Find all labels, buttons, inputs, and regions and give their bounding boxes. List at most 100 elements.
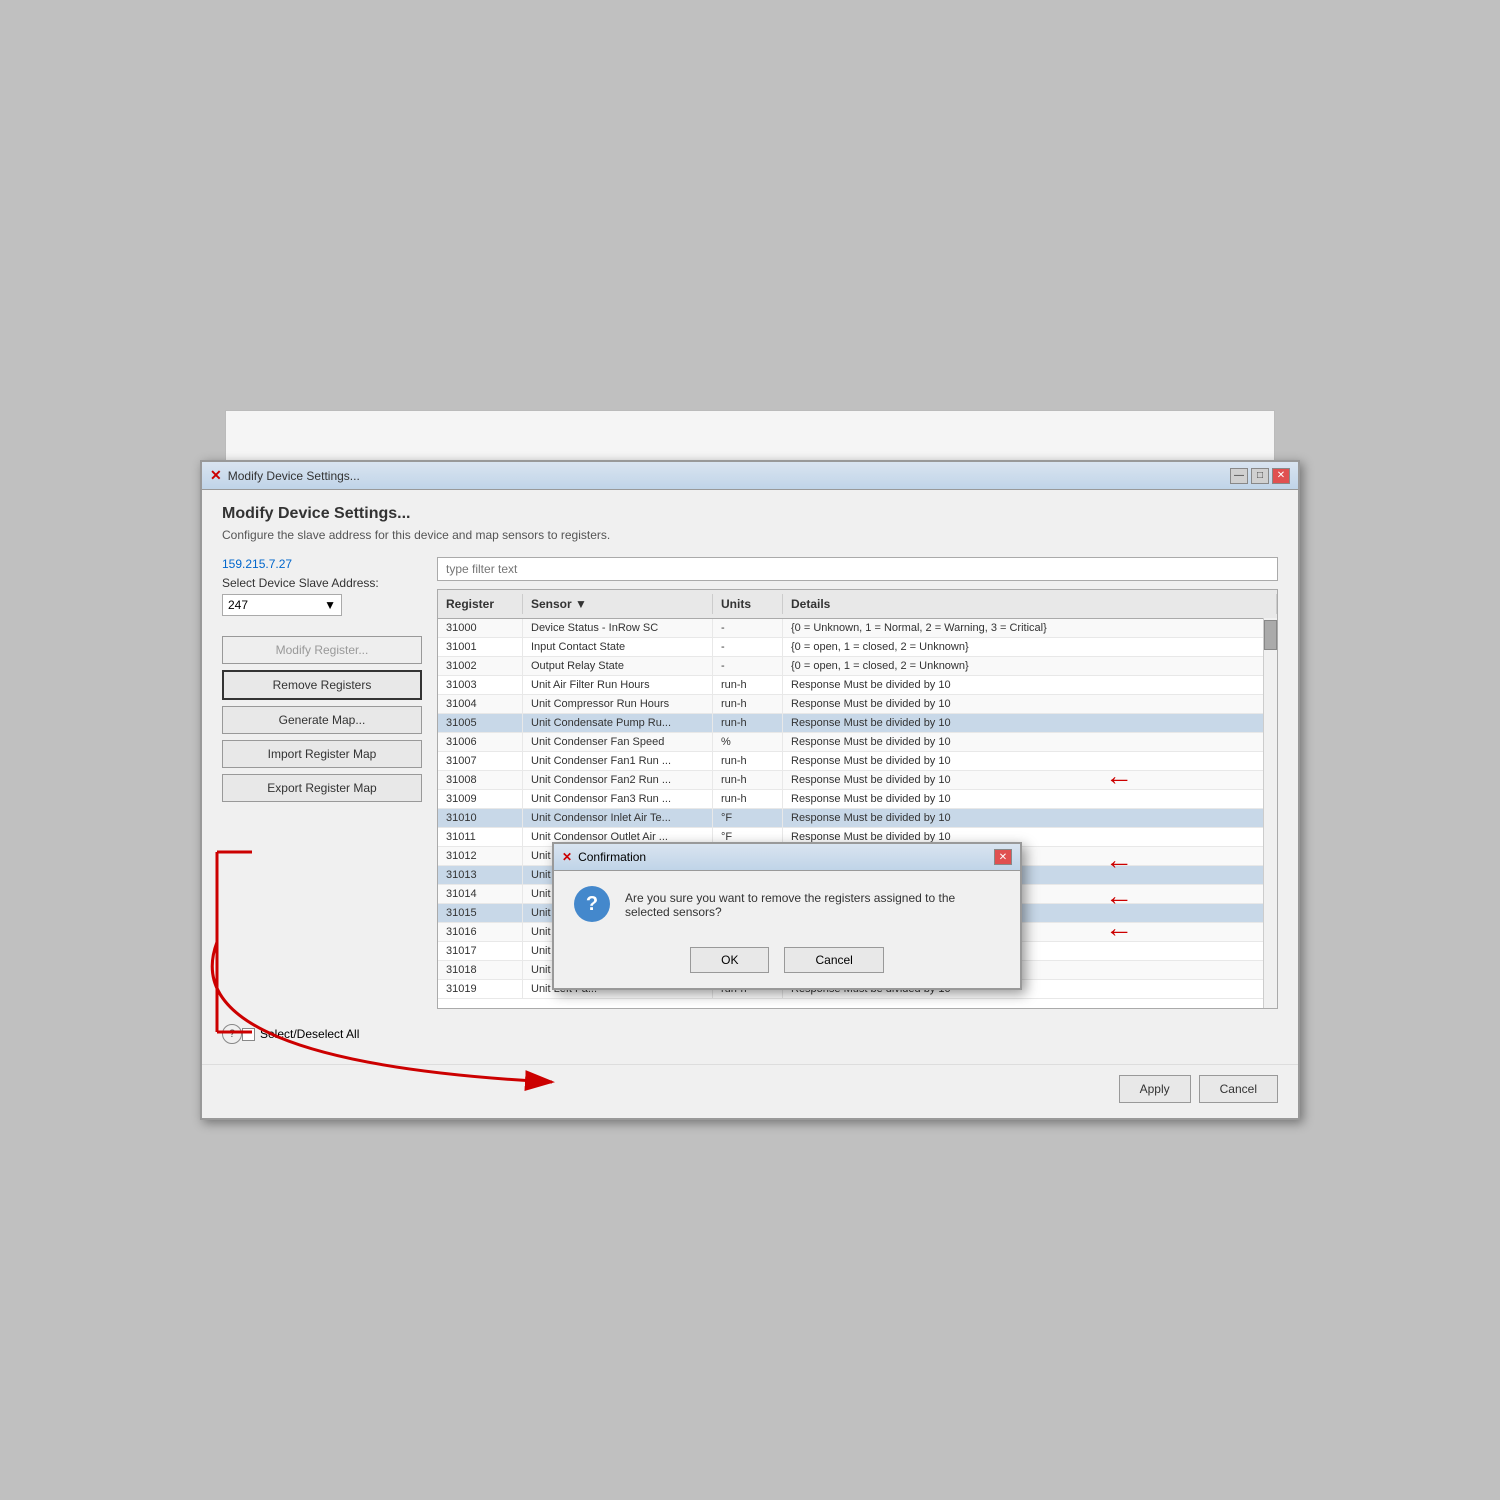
cell-sensor: Unit Condensate Pump Ru... bbox=[523, 714, 713, 732]
cell-details: Response Must be divided by 10 bbox=[783, 790, 1277, 808]
confirm-buttons: OK Cancel bbox=[554, 937, 1020, 988]
col-units: Units bbox=[713, 594, 783, 614]
page-title: Modify Device Settings... bbox=[222, 505, 1278, 523]
cell-sensor: Unit Compressor Run Hours bbox=[523, 695, 713, 713]
cell-register: 31004 bbox=[438, 695, 523, 713]
minimize-button[interactable]: — bbox=[1230, 468, 1248, 484]
confirm-close-button[interactable]: ✕ bbox=[994, 849, 1012, 865]
filter-input[interactable] bbox=[437, 557, 1278, 581]
dropdown-arrow-icon: ▼ bbox=[324, 598, 336, 612]
slave-address-dropdown[interactable]: 247 ▼ bbox=[222, 594, 342, 616]
table-row[interactable]: 31006 Unit Condenser Fan Speed % Respons… bbox=[438, 733, 1277, 752]
select-all-area: Select/Deselect All bbox=[242, 1027, 359, 1041]
sort-icon: ▼ bbox=[575, 597, 587, 611]
title-bar: ✕ Modify Device Settings... — □ ✕ bbox=[202, 462, 1298, 490]
cell-register: 31009 bbox=[438, 790, 523, 808]
confirm-cancel-button[interactable]: Cancel bbox=[784, 947, 883, 973]
cell-register: 31006 bbox=[438, 733, 523, 751]
confirmation-dialog: ✕ Confirmation ✕ ? Are you sure you want… bbox=[552, 842, 1022, 990]
table-row[interactable]: 31010 Unit Condensor Inlet Air Te... °F … bbox=[438, 809, 1277, 828]
table-row[interactable]: 31003 Unit Air Filter Run Hours run-h Re… bbox=[438, 676, 1277, 695]
cell-sensor: Unit Condensor Fan2 Run ... bbox=[523, 771, 713, 789]
cell-register: 31002 bbox=[438, 657, 523, 675]
cell-details: Response Must be divided by 10 bbox=[783, 695, 1277, 713]
cell-sensor: Unit Condensor Inlet Air Te... bbox=[523, 809, 713, 827]
cell-register: 31017 bbox=[438, 942, 523, 960]
cell-sensor: Unit Condenser Fan Speed bbox=[523, 733, 713, 751]
cell-units: run-h bbox=[713, 695, 783, 713]
cell-register: 31003 bbox=[438, 676, 523, 694]
cell-details: Response Must be divided by 10 bbox=[783, 714, 1277, 732]
col-details: Details bbox=[783, 594, 1277, 614]
cell-register: 31000 bbox=[438, 619, 523, 637]
cell-units: run-h bbox=[713, 676, 783, 694]
cell-register: 31007 bbox=[438, 752, 523, 770]
modify-registers-button[interactable]: Modify Register... bbox=[222, 636, 422, 664]
cell-details: {0 = open, 1 = closed, 2 = Unknown} bbox=[783, 638, 1277, 656]
cell-sensor: Output Relay State bbox=[523, 657, 713, 675]
cell-details: {0 = Unknown, 1 = Normal, 2 = Warning, 3… bbox=[783, 619, 1277, 637]
cell-register: 31018 bbox=[438, 961, 523, 979]
cell-units: run-h bbox=[713, 714, 783, 732]
table-row[interactable]: 31005 Unit Condensate Pump Ru... run-h R… bbox=[438, 714, 1277, 733]
cell-register: 31014 bbox=[438, 885, 523, 903]
remove-registers-button[interactable]: Remove Registers bbox=[222, 670, 422, 700]
table-row[interactable]: 31008 Unit Condensor Fan2 Run ... run-h … bbox=[438, 771, 1277, 790]
cancel-button[interactable]: Cancel bbox=[1199, 1075, 1278, 1103]
confirm-ok-button[interactable]: OK bbox=[690, 947, 769, 973]
confirm-message: Are you sure you want to remove the regi… bbox=[625, 886, 1000, 919]
page-subtitle: Configure the slave address for this dev… bbox=[222, 528, 1278, 542]
close-button[interactable]: ✕ bbox=[1272, 468, 1290, 484]
confirm-title-bar: ✕ Confirmation ✕ bbox=[554, 844, 1020, 871]
import-register-map-button[interactable]: Import Register Map bbox=[222, 740, 422, 768]
cell-details: {0 = open, 1 = closed, 2 = Unknown} bbox=[783, 657, 1277, 675]
cell-units: - bbox=[713, 638, 783, 656]
cell-units: % bbox=[713, 733, 783, 751]
table-row[interactable]: 31002 Output Relay State - {0 = open, 1 … bbox=[438, 657, 1277, 676]
confirm-title: Confirmation bbox=[578, 850, 646, 864]
window-icon: ✕ bbox=[210, 467, 222, 484]
export-register-map-button[interactable]: Export Register Map bbox=[222, 774, 422, 802]
cell-register: 31015 bbox=[438, 904, 523, 922]
slave-address-value: 247 bbox=[228, 598, 248, 612]
cell-register: 31005 bbox=[438, 714, 523, 732]
slave-address-label: Select Device Slave Address: bbox=[222, 576, 422, 590]
cell-sensor: Device Status - InRow SC bbox=[523, 619, 713, 637]
cell-details: Response Must be divided by 10 bbox=[783, 676, 1277, 694]
cell-units: run-h bbox=[713, 771, 783, 789]
cell-details: Response Must be divided by 10 bbox=[783, 809, 1277, 827]
cell-units: run-h bbox=[713, 752, 783, 770]
table-row[interactable]: 31001 Input Contact State - {0 = open, 1… bbox=[438, 638, 1277, 657]
help-icon[interactable]: ? bbox=[222, 1024, 242, 1044]
select-all-checkbox[interactable] bbox=[242, 1028, 255, 1041]
bottom-bar: ? Select/Deselect All bbox=[222, 1019, 1278, 1049]
cell-details: Response Must be divided by 10 bbox=[783, 752, 1277, 770]
ip-address: 159.215.7.27 bbox=[222, 557, 422, 571]
vertical-scrollbar[interactable] bbox=[1263, 618, 1277, 1008]
col-register: Register bbox=[438, 594, 523, 614]
generate-map-button[interactable]: Generate Map... bbox=[222, 706, 422, 734]
cell-units: - bbox=[713, 657, 783, 675]
maximize-button[interactable]: □ bbox=[1251, 468, 1269, 484]
cell-register: 31013 bbox=[438, 866, 523, 884]
cell-register: 31011 bbox=[438, 828, 523, 846]
cell-details: Response Must be divided by 10 bbox=[783, 771, 1277, 789]
question-icon: ? bbox=[574, 886, 610, 922]
col-sensor: Sensor ▼ bbox=[523, 594, 713, 614]
cell-sensor: Unit Condenser Fan1 Run ... bbox=[523, 752, 713, 770]
table-row[interactable]: 31009 Unit Condensor Fan3 Run ... run-h … bbox=[438, 790, 1277, 809]
cell-register: 31019 bbox=[438, 980, 523, 998]
left-panel: 159.215.7.27 Select Device Slave Address… bbox=[222, 557, 422, 1009]
table-row[interactable]: 31004 Unit Compressor Run Hours run-h Re… bbox=[438, 695, 1277, 714]
apply-button[interactable]: Apply bbox=[1119, 1075, 1191, 1103]
table-header: Register Sensor ▼ Units Details bbox=[438, 590, 1277, 619]
select-all-label: Select/Deselect All bbox=[260, 1027, 359, 1041]
table-row[interactable]: 31000 Device Status - InRow SC - {0 = Un… bbox=[438, 619, 1277, 638]
cell-details: Response Must be divided by 10 bbox=[783, 733, 1277, 751]
cell-register: 31010 bbox=[438, 809, 523, 827]
cell-sensor: Unit Condensor Fan3 Run ... bbox=[523, 790, 713, 808]
cell-units: - bbox=[713, 619, 783, 637]
table-row[interactable]: 31007 Unit Condenser Fan1 Run ... run-h … bbox=[438, 752, 1277, 771]
cell-register: 31012 bbox=[438, 847, 523, 865]
window-title: Modify Device Settings... bbox=[228, 469, 360, 483]
